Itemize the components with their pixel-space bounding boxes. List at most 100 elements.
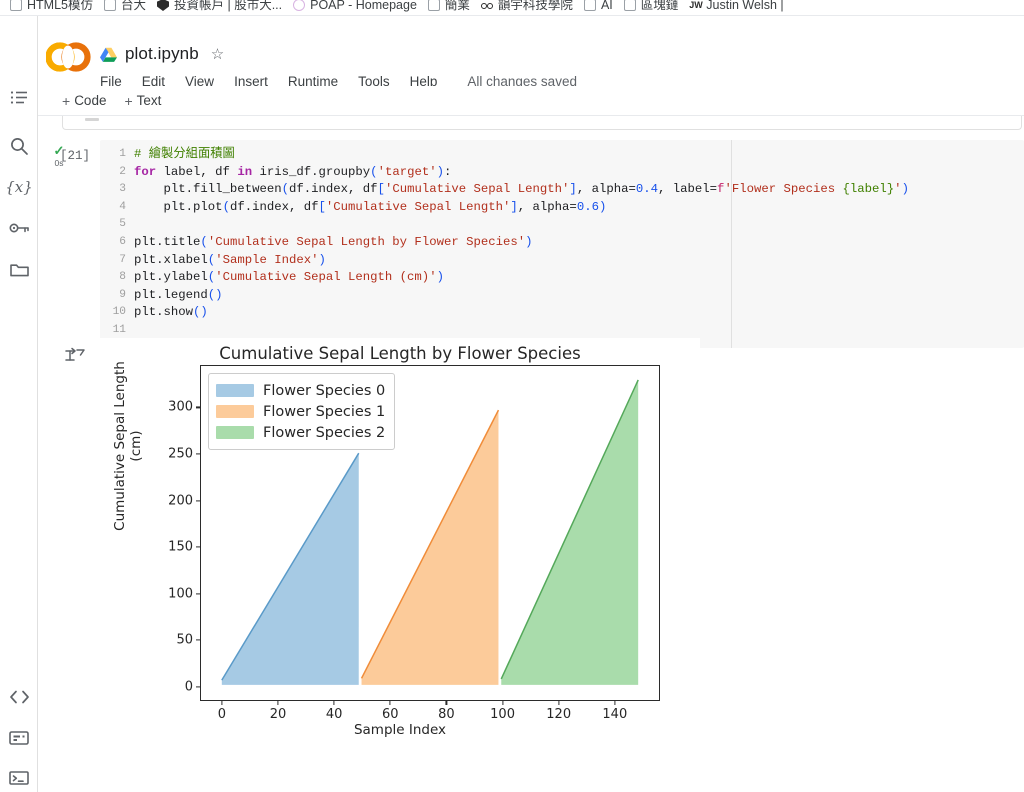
y-tick-label: 0 [184,679,193,695]
x-tick-mark [558,700,560,705]
x-tick-mark [501,700,504,705]
code-text: plt.ylabel('Cumulative Sepal Length (cm)… [134,270,444,285]
bookmark-item[interactable]: 台大 [102,0,155,12]
matplotlib-figure: Cumulative Sepal Length by Flower Specie… [100,338,700,778]
bookmark-item[interactable]: 韻宇科技學院 [479,0,582,12]
add-text-label: Text [136,93,162,108]
terminal-icon[interactable] [7,766,31,790]
x-tick-label: 20 [269,707,287,722]
x-tick-mark [221,700,223,705]
page-icon [10,0,22,11]
code-snippets-icon[interactable] [7,685,31,709]
x-tick-mark [445,700,448,705]
y-tick-label: 50 [176,632,193,648]
code-text: plt.legend() [134,287,223,302]
x-tick-mark [333,700,335,705]
code-line: 5 [100,216,1024,234]
variables-icon[interactable]: {x} [5,175,33,199]
line-number: 4 [119,200,126,213]
chart-ylabel: Cumulative Sepal Length (cm) [112,361,144,531]
bookmark-label: 區塊鏈 [640,0,679,12]
code-line: 1 # 繪製分組面積圖 [100,146,1024,164]
code-editor[interactable]: 1 # 繪製分組面積圖 2 for label, df in iris_df.grou… [100,140,1024,348]
code-text: for label, df in iris_df.groupby('target… [134,164,452,179]
code-text: # 繪製分組面積圖 [134,147,235,161]
code-line: 6 plt.title('Cumulative Sepal Length by F… [100,234,1024,252]
x-tick-mark [277,700,279,705]
page-icon [623,0,636,11]
code-line: 7 plt.xlabel('Sample Index') [100,252,1024,270]
bookmark-label: 台大 [120,0,146,12]
previous-cell-bottom-edge [62,116,1022,130]
google-drive-icon [100,47,117,62]
plus-icon: + [62,92,71,109]
legend-entry: Flower Species 1 [216,401,385,422]
code-text: plt.fill_between(df.index, df['Cumulativ… [134,182,909,197]
code-line: 3 plt.fill_between(df.index, df['Cumulat… [100,181,1024,199]
bookmark-label: 簡業 [444,0,470,12]
bulb-icon [293,0,306,11]
x-tick-label: 60 [382,707,399,722]
y-tick-mark [196,453,201,455]
y-tick-mark [196,686,201,688]
line-number: 1 [119,148,126,160]
page-title[interactable]: plot.ipynb [125,44,199,64]
files-folder-icon[interactable] [7,258,31,282]
y-tick-mark [196,639,201,641]
colab-header: plot.ipynb ☆ File Edit View Insert Runti… [38,16,1024,89]
bookmark-item[interactable]: 簡業 [426,0,479,12]
code-column-guide [731,140,732,348]
line-number: 9 [119,288,126,301]
colab-logo-icon[interactable] [45,42,92,72]
bookmark-item[interactable]: AI [582,0,622,12]
line-number: 2 [119,165,126,178]
x-tick-label: 0 [217,707,227,722]
bookmark-label: 投資帳戶 | 股市大... [174,0,283,12]
y-tick-label: 250 [168,446,193,462]
star-icon[interactable]: ☆ [211,45,224,63]
shield-icon [157,0,169,11]
output-actions-icon[interactable] [64,346,88,370]
search-icon[interactable] [7,134,31,158]
secrets-key-icon[interactable] [7,216,31,240]
y-tick-mark [196,593,201,595]
chart-legend: Flower Species 0 Flower Species 1 Flower… [208,373,396,450]
plus-icon: + [124,92,133,109]
code-line: 2 for label, df in iris_df.groupby('targe… [100,164,1024,182]
code-line: 11 [100,322,1024,340]
y-tick-label: 100 [168,586,193,602]
x-tick-mark [614,700,616,705]
bookmark-item[interactable]: HTML5模仿 [8,0,102,12]
notebook-scroll-area[interactable]: ✓ 0s [21] 1 # 繪製分組面積圖 2 for label, df in ir… [38,116,1024,792]
x-tick-label: 100 [490,707,515,722]
code-line: 8 plt.ylabel('Cumulative Sepal Length (cm… [100,269,1024,287]
bookmark-item[interactable]: POAP - Homepage [291,0,426,12]
page-icon [103,0,116,11]
y-tick-mark [196,406,201,409]
line-number: 6 [119,235,126,248]
legend-label-series0: Flower Species 0 [263,382,386,399]
legend-entry: Flower Species 2 [216,422,385,443]
x-tick-label: 40 [325,707,343,722]
add-code-cell-button[interactable]: + Code [62,93,106,109]
glasses-icon [480,0,493,11]
bookmark-item[interactable]: JW Justin Welsh | [687,0,792,12]
add-text-cell-button[interactable]: + Text [124,93,161,109]
legend-label-series1: Flower Species 1 [263,403,386,420]
line-number: 7 [119,253,126,266]
colab-notebook-page: HTML5模仿 台大 投資帳戶 | 股市大... POAP - Homepage… [0,0,1024,792]
code-text: plt.title('Cumulative Sepal Length by Fl… [134,234,533,249]
y-tick-label: 300 [168,399,193,415]
bookmark-item[interactable]: 投資帳戶 | 股市大... [155,0,291,12]
line-number: 5 [119,218,126,231]
bookmark-item[interactable]: 區塊鏈 [622,0,688,12]
legend-entry: Flower Species 0 [216,380,385,401]
y-tick-mark [196,546,201,548]
table-of-contents-icon[interactable] [7,86,31,110]
chart-axes: 0 50 100 150 200 250 300 0 20 40 60 80 100 120 140 Fl… [168,365,660,722]
bookmark-label: 韻宇科技學院 [497,0,573,12]
mono-icon: JW [689,0,703,10]
document-title-row: plot.ipynb ☆ [100,44,224,64]
command-palette-icon[interactable] [7,726,31,750]
left-activity-rail: {x} [0,16,38,792]
